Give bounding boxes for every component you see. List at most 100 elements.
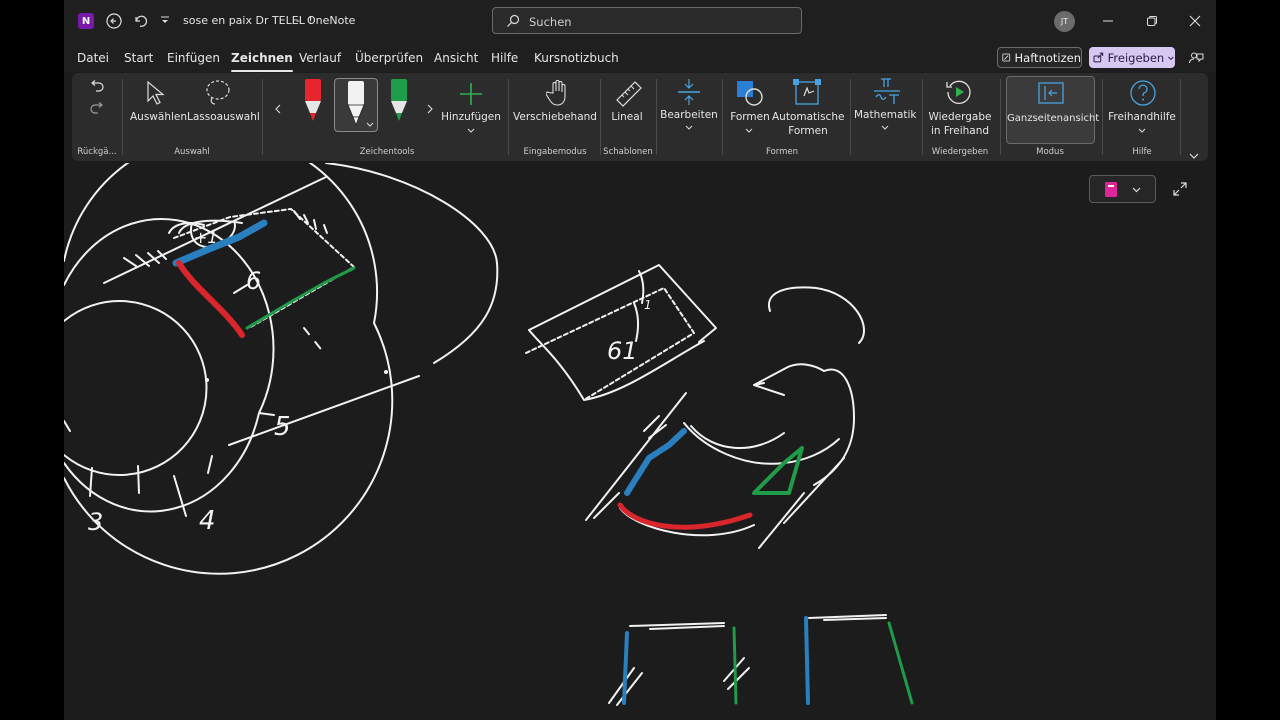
- mathematik-button[interactable]: Mathematik: [854, 108, 917, 122]
- ink-bottom-cap-left: [629, 622, 725, 630]
- group-label-wiedergeben: Wiedergeben: [931, 147, 989, 157]
- ink-center-dot: [205, 378, 209, 382]
- hand-icon: [545, 79, 570, 111]
- chevron-down-icon: [881, 125, 889, 130]
- ink-tick: [207, 455, 213, 474]
- tab-verlauf[interactable]: Verlauf: [299, 51, 341, 65]
- pens-scroll-right-icon[interactable]: [426, 99, 434, 118]
- restore-icon[interactable]: [1142, 12, 1162, 30]
- insert-space-icon: [676, 78, 702, 110]
- lineal-button[interactable]: Lineal: [604, 110, 650, 124]
- automatische-formen-button-line1[interactable]: Automatische: [772, 110, 844, 124]
- ink-label-6: 6: [246, 267, 261, 295]
- ganzseitenansicht-button[interactable]: Ganzseitenansicht: [1006, 76, 1100, 144]
- lasso-icon: [203, 79, 233, 113]
- formen-button[interactable]: Formen: [728, 110, 772, 124]
- tab-einfuegen[interactable]: Einfügen: [167, 51, 220, 65]
- auswaehlen-button[interactable]: Auswählen: [130, 110, 187, 124]
- ink-far-end-arc: [325, 163, 499, 364]
- ribbon-separator: [122, 79, 123, 155]
- ink-hatch-right: [293, 210, 328, 234]
- group-label-schablonen: Schablonen: [603, 147, 653, 157]
- ink-inner-circle: [64, 300, 208, 476]
- ink-label-4: 4: [199, 506, 216, 536]
- verschiebehand-button[interactable]: Verschiebehand: [512, 110, 598, 124]
- haftnotizen-button[interactable]: Haftnotizen: [997, 47, 1082, 68]
- close-icon[interactable]: [1185, 12, 1205, 30]
- onenote-window: N sose en paix Dr TELEL ! - OneNote Such…: [64, 0, 1216, 720]
- ribbon-separator: [1180, 79, 1181, 155]
- ink-label-5: 5: [274, 412, 291, 442]
- full-page-view-icon: [1038, 82, 1064, 104]
- tab-zeichnen[interactable]: Zeichnen: [231, 51, 293, 72]
- menu-bar: Datei Start Einfügen Zeichnen Verlauf Üb…: [64, 42, 1216, 72]
- chevron-down-icon: [1138, 128, 1146, 133]
- ribbon-separator: [508, 79, 509, 155]
- group-label-rueckgaengig: Rückgä...: [77, 147, 117, 157]
- drawing-canvas[interactable]: +1 6 5 3 4 61 1: [64, 163, 1216, 720]
- replay-icon: [945, 78, 973, 110]
- search-icon: [507, 14, 520, 27]
- ink-red-band: [176, 260, 245, 338]
- ink-arch-left-edge: [585, 392, 687, 521]
- share-icon: [1093, 52, 1104, 63]
- pen-green[interactable]: [388, 79, 410, 127]
- chevron-down-icon: [467, 128, 475, 133]
- redo-icon[interactable]: [88, 101, 106, 120]
- ink-arch-top: [690, 425, 785, 450]
- ganzseitenansicht-label: Ganzseitenansicht: [1007, 113, 1100, 124]
- pen-red[interactable]: [302, 79, 324, 127]
- group-label-formen: Formen: [765, 147, 799, 157]
- ribbon-expand-chevron-icon[interactable]: [1189, 145, 1199, 164]
- ink-arch-right-edge: [758, 492, 805, 549]
- ink-block-top: [528, 264, 717, 343]
- pen-white-selected[interactable]: [334, 78, 378, 132]
- tab-datei[interactable]: Datei: [77, 51, 109, 65]
- freihandhilfe-button[interactable]: Freihandhilfe: [1106, 110, 1178, 124]
- wiedergabe-button-line2[interactable]: in Freihand: [924, 124, 996, 138]
- tab-kursnotizbuch[interactable]: Kursnotizbuch: [534, 51, 619, 65]
- ink-tick: [64, 420, 71, 432]
- tab-ueberpruefen[interactable]: Überprüfen: [355, 51, 423, 65]
- quick-access-dropdown-icon[interactable]: [157, 13, 173, 29]
- pens-scroll-left-icon[interactable]: [274, 99, 282, 118]
- ink-block-one: [633, 302, 640, 342]
- chevron-down-icon: [685, 125, 693, 130]
- onenote-logo-icon: N: [78, 13, 94, 29]
- freigeben-button[interactable]: Freigeben: [1089, 47, 1175, 68]
- tab-ansicht[interactable]: Ansicht: [434, 51, 478, 65]
- avatar[interactable]: JT: [1054, 11, 1075, 32]
- ink-dot: [384, 370, 388, 374]
- ink-tick: [173, 475, 187, 517]
- ink-layer: +1 6 5 3 4 61 1: [64, 163, 914, 706]
- title-bar: N sose en paix Dr TELEL ! - OneNote Such…: [64, 0, 1216, 42]
- wiedergabe-button-line1[interactable]: Wiedergabe: [924, 110, 996, 124]
- ink-label-1: 1: [644, 298, 652, 312]
- comments-icon[interactable]: [1186, 48, 1206, 68]
- ink-green-bar: [732, 626, 738, 705]
- ink-rotate-arc: [767, 286, 865, 344]
- ink-arch-inner: [683, 422, 840, 465]
- lassoauswahl-button[interactable]: Lassoauswahl: [187, 110, 260, 124]
- ink-tick: [258, 412, 275, 416]
- sticky-note-icon: [1002, 53, 1011, 62]
- add-pen-icon: [458, 81, 484, 111]
- ink-arch-right-edge2: [783, 457, 845, 524]
- help-question-icon: [1129, 79, 1157, 111]
- ink-red-arch: [617, 502, 753, 530]
- undo-icon[interactable]: [88, 79, 106, 98]
- bearbeiten-button[interactable]: Bearbeiten: [660, 108, 718, 122]
- hinzufuegen-button[interactable]: Hinzufügen: [439, 110, 503, 124]
- tab-hilfe[interactable]: Hilfe: [491, 51, 518, 65]
- ink-rotate-arrow: [753, 363, 825, 396]
- ink-tick: [137, 465, 140, 494]
- back-icon[interactable]: [104, 11, 124, 31]
- auto-shapes-icon: [792, 78, 824, 112]
- undo-icon[interactable]: [130, 11, 150, 31]
- search-box[interactable]: Suchen: [492, 7, 802, 34]
- group-label-eingabemodus: Eingabemodus: [523, 147, 587, 157]
- tab-start[interactable]: Start: [124, 51, 153, 65]
- minimize-icon[interactable]: [1098, 12, 1118, 30]
- automatische-formen-button-line2[interactable]: Formen: [772, 124, 844, 138]
- app-name: OneNote: [307, 14, 356, 27]
